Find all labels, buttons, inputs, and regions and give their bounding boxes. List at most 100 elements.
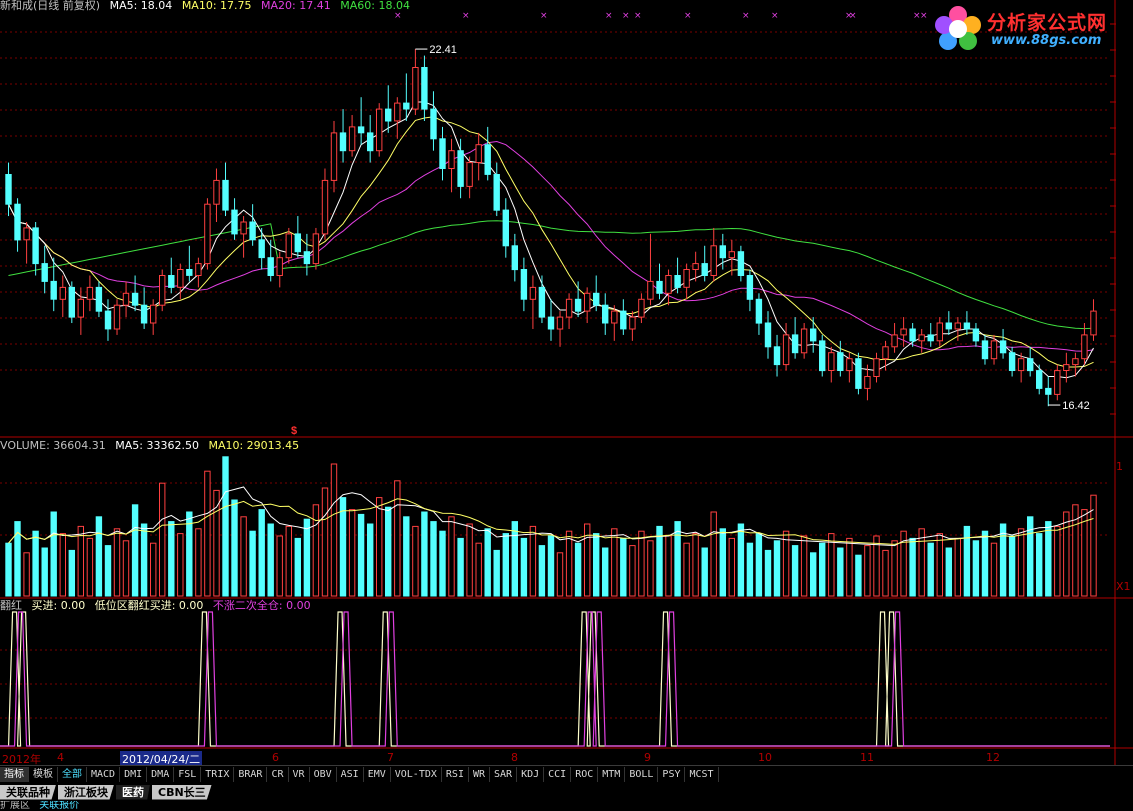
indicator-tab-模板[interactable]: 模板	[29, 767, 58, 782]
volume-bar	[457, 537, 464, 597]
indicator-tab-roc[interactable]: ROC	[571, 767, 599, 782]
candle-body	[113, 304, 121, 330]
site-logo: 分析家公式网 www.88gs.com	[935, 6, 1129, 52]
candle-body	[728, 251, 735, 259]
volume-bar	[294, 537, 302, 597]
indicator-tab-asi[interactable]: ASI	[337, 767, 364, 782]
indicator-tab-emv[interactable]: EMV	[364, 767, 391, 782]
volume-bar	[204, 470, 211, 597]
indicator-tab-vr[interactable]: VR	[289, 767, 310, 782]
volume-bar	[95, 516, 103, 597]
candle-body	[855, 358, 862, 389]
status-link[interactable]: 关联报价	[39, 801, 79, 811]
indicator-tab-cr[interactable]: CR	[267, 767, 289, 782]
candle-body	[168, 275, 175, 288]
stock-chart-window: 22.41 16.42 $ × × × × × × × × × × × × × 新和成(日线 前复权) MA5…	[0, 0, 1133, 811]
indicator-tab-brar[interactable]: BRAR	[234, 767, 268, 782]
candle-body	[267, 257, 274, 277]
candle-body	[348, 126, 356, 152]
indicator-tab-cci[interactable]: CCI	[544, 767, 572, 782]
candle-body	[656, 280, 663, 294]
candle-body	[502, 209, 510, 247]
indicator-tab-mtm[interactable]: MTM	[598, 767, 626, 782]
volume-bar	[321, 487, 329, 597]
candle-body	[140, 304, 148, 324]
candle-body	[837, 352, 844, 372]
candle-body	[1063, 364, 1070, 372]
volume-bar	[403, 516, 410, 597]
volume-bar	[276, 535, 283, 597]
volume-bar	[981, 530, 989, 597]
volume-bar	[520, 537, 528, 597]
candle-body	[484, 144, 491, 175]
indicator-tab-wr[interactable]: WR	[469, 767, 491, 782]
block-tab-2[interactable]: 医药	[116, 784, 150, 800]
candle-body	[719, 245, 726, 259]
candle-body	[131, 292, 139, 306]
volume-bar	[819, 542, 826, 597]
indicator-tab-macd[interactable]: MACD	[87, 767, 121, 782]
candle-body	[701, 263, 708, 277]
block-tab-3[interactable]: CBN长三	[152, 784, 212, 800]
candle-body	[611, 310, 618, 324]
block-tab-1[interactable]: 浙江板块	[58, 784, 114, 800]
indicator-tab-obv[interactable]: OBV	[310, 767, 337, 782]
volume-bar	[394, 480, 401, 597]
candle-body	[1081, 334, 1088, 360]
flower-icon	[935, 6, 981, 52]
volume-bar	[918, 528, 925, 597]
volume-readout: VOLUME: 36604.31	[0, 439, 106, 452]
indicator-tab-sar[interactable]: SAR	[490, 767, 518, 782]
indicator-tab-trix[interactable]: TRIX	[201, 767, 235, 782]
candle-body	[737, 251, 745, 276]
candle-body	[394, 102, 401, 122]
volume-bar	[1063, 511, 1070, 597]
volume-bar	[1054, 525, 1061, 597]
candle-body	[159, 275, 166, 306]
indicator-tab-dma[interactable]: DMA	[147, 767, 175, 782]
volume-bar	[23, 552, 30, 597]
candle-body	[764, 322, 772, 348]
indicator-tab-fsl[interactable]: FSL	[174, 767, 202, 782]
indicator-tab-指标[interactable]: 指标	[0, 767, 29, 782]
candle-body	[574, 298, 582, 312]
candle-body	[14, 203, 21, 241]
volume-bar	[195, 528, 202, 597]
candle-body	[927, 334, 934, 342]
volume-bar	[502, 533, 510, 597]
event-marker: ×	[849, 11, 857, 21]
event-marker: ×	[462, 11, 470, 21]
candle-body	[990, 340, 998, 360]
block-tab-0[interactable]: 关联品种	[0, 784, 56, 800]
event-marker: ×	[771, 11, 779, 21]
volume-bar	[810, 552, 817, 597]
indicator-tab-psy[interactable]: PSY	[658, 767, 686, 782]
candle-body	[999, 340, 1007, 354]
candle-body	[430, 108, 437, 140]
status-text: 扩展区	[0, 801, 30, 811]
candle-body	[520, 269, 528, 300]
candle-body	[529, 286, 537, 300]
candle-body	[86, 286, 94, 300]
candle-body	[240, 221, 247, 235]
indicator-tab-rsi[interactable]: RSI	[442, 767, 469, 782]
volume-bar	[629, 545, 636, 597]
volume-bar	[50, 511, 57, 597]
volume-bar	[728, 537, 735, 597]
candle-body	[882, 346, 889, 360]
indicator-tab-boll[interactable]: BOLL	[625, 767, 659, 782]
candle-body	[710, 245, 717, 277]
indicator-tab-vol-tdx[interactable]: VOL-TDX	[391, 767, 442, 782]
stock-title: 新和成(日线 前复权)	[0, 0, 101, 12]
volume-bar	[32, 530, 39, 597]
volume-bar	[701, 547, 708, 597]
volume-bar	[593, 533, 600, 597]
candle-body	[285, 233, 293, 259]
indicator-tab-kdj[interactable]: KDJ	[517, 767, 545, 782]
indicator-tab-dmi[interactable]: DMI	[120, 767, 148, 782]
chart-canvas[interactable]: 22.4116.42$× × × × × × × × × ×× × ×	[0, 0, 1133, 765]
volume-bar	[168, 521, 175, 597]
indicator-tab-全部[interactable]: 全部	[58, 767, 87, 782]
indicator-tab-mcst[interactable]: MCST	[685, 767, 719, 782]
low-label: 16.42	[1062, 400, 1090, 412]
